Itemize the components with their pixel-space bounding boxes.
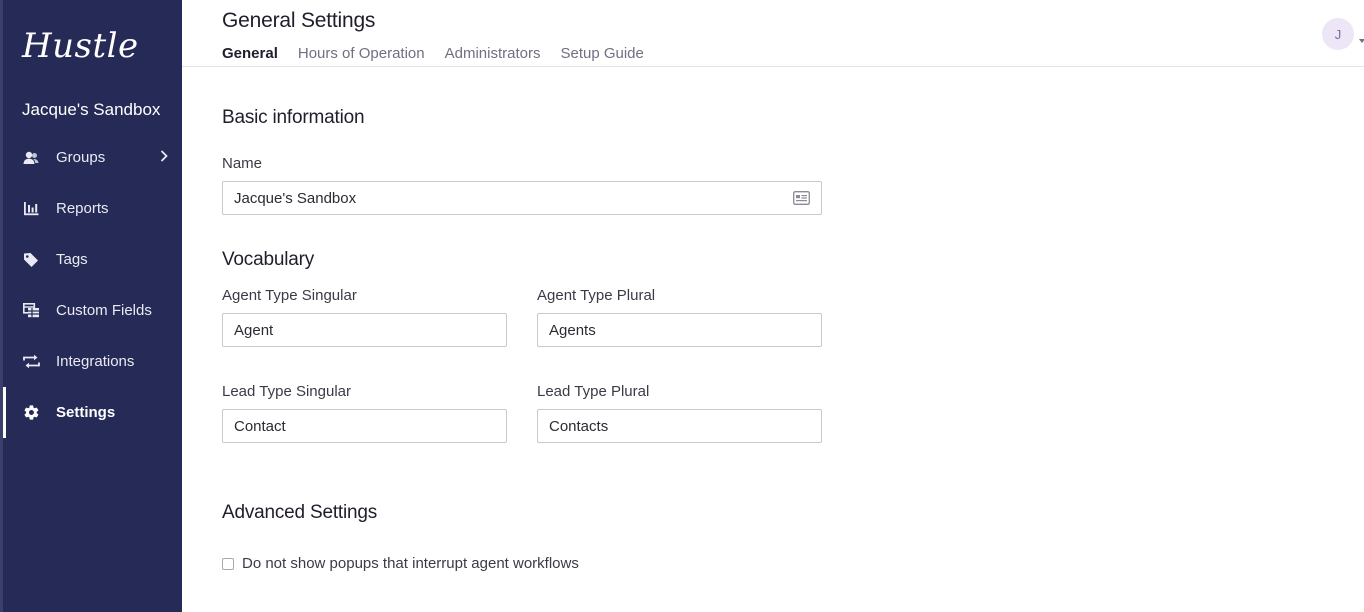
sidebar: Hustle Jacque's Sandbox Groups Reports T… — [0, 0, 182, 612]
popup-setting-row[interactable]: Do not show popups that interrupt agent … — [222, 555, 579, 572]
agent-type-plural-field[interactable]: Agents — [537, 313, 822, 347]
bar-chart-icon — [22, 200, 40, 218]
sidebar-item-label: Integrations — [56, 353, 135, 370]
agent-type-singular-field[interactable]: Agent — [222, 313, 507, 347]
lead-type-singular-label: Lead Type Singular — [222, 383, 351, 400]
tab-setup-guide[interactable]: Setup Guide — [560, 45, 643, 62]
agent-type-singular-label: Agent Type Singular — [222, 287, 357, 304]
sidebar-item-custom-fields[interactable]: Custom Fields — [0, 285, 182, 336]
section-title-basic-information: Basic information — [222, 107, 365, 128]
sidebar-item-reports[interactable]: Reports — [0, 183, 182, 234]
tag-icon — [22, 251, 40, 269]
tab-hours-of-operation[interactable]: Hours of Operation — [298, 45, 425, 62]
name-field-value: Jacque's Sandbox — [234, 189, 357, 207]
chevron-right-icon — [160, 149, 168, 168]
popup-checkbox-label: Do not show popups that interrupt agent … — [242, 555, 579, 572]
sidebar-item-label: Reports — [56, 200, 109, 217]
table-icon — [22, 302, 40, 320]
sidebar-item-tags[interactable]: Tags — [0, 234, 182, 285]
popup-checkbox[interactable] — [222, 557, 234, 570]
lead-type-plural-value: Contacts — [549, 417, 609, 435]
agent-type-plural-value: Agents — [549, 321, 596, 339]
name-field[interactable]: Jacque's Sandbox — [222, 181, 822, 215]
app-root: Hustle Jacque's Sandbox Groups Reports T… — [0, 0, 1364, 612]
hustle-logo[interactable]: Hustle — [22, 26, 139, 66]
page-title: General Settings — [222, 9, 376, 32]
sync-arrows-icon — [22, 353, 40, 371]
sidebar-item-label: Settings — [56, 404, 116, 421]
tab-general[interactable]: General — [222, 45, 278, 62]
agent-type-plural-label: Agent Type Plural — [537, 287, 656, 304]
workspace-name: Jacque's Sandbox — [22, 100, 161, 119]
sidebar-item-settings[interactable]: Settings — [0, 387, 182, 438]
page-header: General Settings General Hours of Operat… — [182, 0, 1364, 67]
sidebar-item-label: Custom Fields — [56, 302, 152, 319]
contact-card-icon — [793, 191, 810, 209]
user-avatar[interactable]: J — [1322, 18, 1354, 50]
groups-icon — [22, 149, 40, 167]
sidebar-item-label: Tags — [56, 251, 88, 268]
settings-content: Basic information Name Jacque's Sandbox … — [222, 67, 1322, 612]
name-label: Name — [222, 155, 263, 172]
section-title-advanced-settings: Advanced Settings — [222, 502, 378, 523]
lead-type-singular-field[interactable]: Contact — [222, 409, 507, 443]
sidebar-item-label: Groups — [56, 149, 106, 166]
sidebar-item-integrations[interactable]: Integrations — [0, 336, 182, 387]
section-title-vocabulary: Vocabulary — [222, 249, 315, 270]
lead-type-plural-field[interactable]: Contacts — [537, 409, 822, 443]
gear-icon — [22, 404, 40, 422]
agent-type-singular-value: Agent — [234, 321, 274, 339]
tab-administrators[interactable]: Administrators — [445, 45, 541, 62]
sidebar-nav: Groups Reports Tags Custom Fields Integr… — [0, 132, 182, 438]
caret-down-icon[interactable] — [1359, 30, 1364, 48]
lead-type-singular-value: Contact — [234, 417, 286, 435]
settings-tabs: General Hours of Operation Administrator… — [222, 45, 664, 62]
sidebar-item-groups[interactable]: Groups — [0, 132, 182, 183]
lead-type-plural-label: Lead Type Plural — [537, 383, 650, 400]
